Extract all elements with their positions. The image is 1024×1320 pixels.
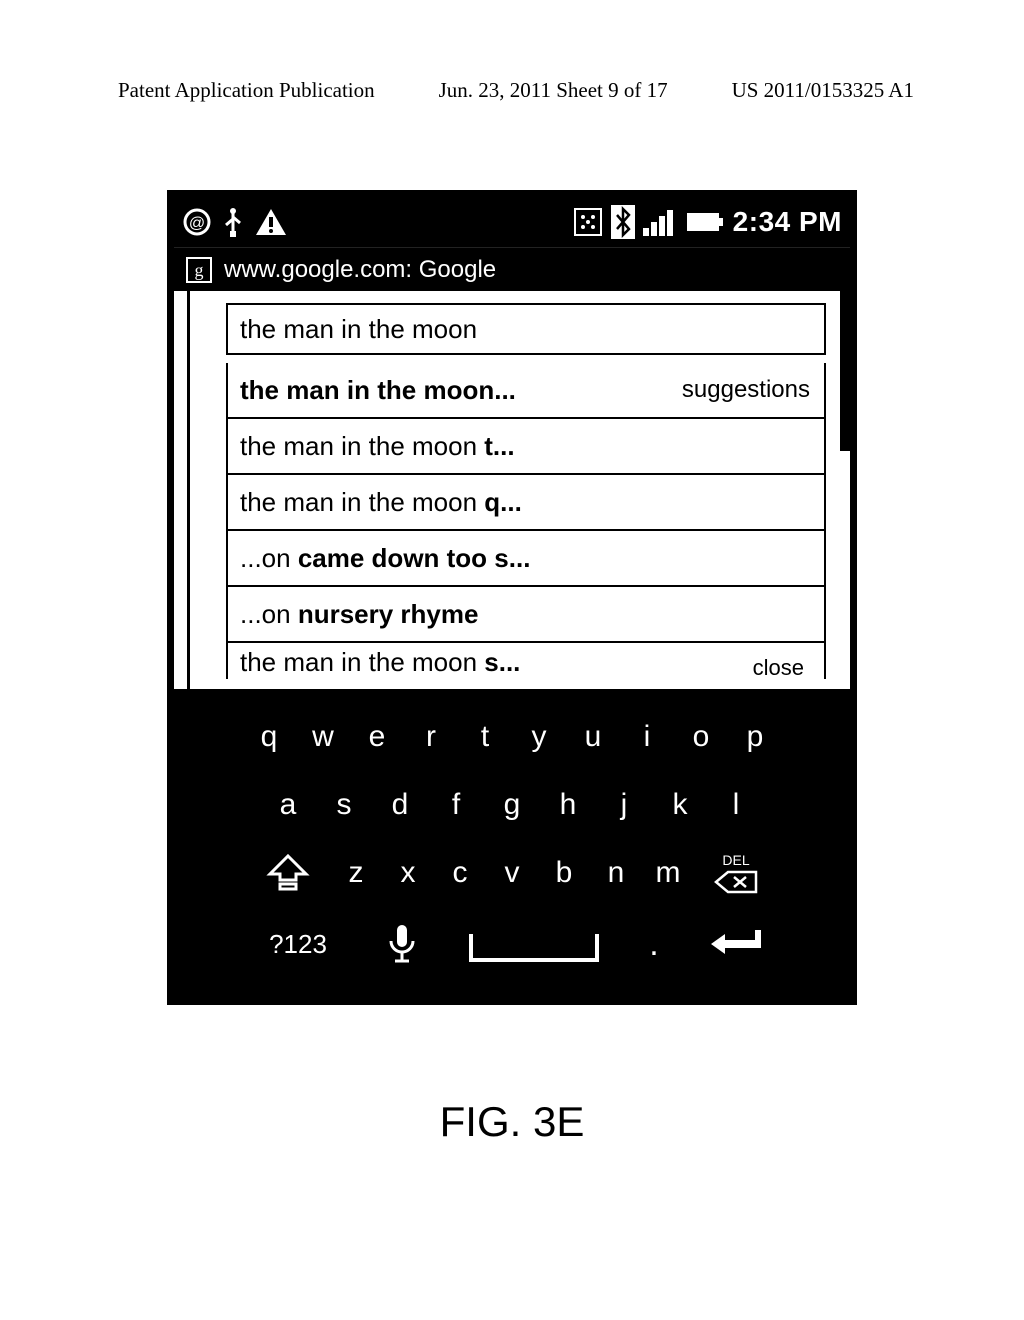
suggestions-label: suggestions <box>682 376 810 404</box>
suggestion-text: the man in the moon... <box>240 375 516 406</box>
at-icon: @ <box>182 207 212 237</box>
keyboard-row-1: q w e r t y u i o p <box>174 703 850 771</box>
header-left: Patent Application Publication <box>118 78 375 103</box>
suggestion-row[interactable]: the man in the moon t... <box>226 419 826 475</box>
usb-icon <box>222 205 244 239</box>
suggestion-text: the man in the moon t... <box>240 431 515 462</box>
delete-label: DEL <box>722 852 749 868</box>
soft-keyboard: q w e r t y u i o p a s d f g h j k l z <box>174 689 850 1005</box>
key-d[interactable]: d <box>387 788 413 822</box>
figure-label: FIG. 3E <box>0 1098 1024 1146</box>
key-z[interactable]: z <box>343 856 369 890</box>
scrollbar-thumb[interactable] <box>840 291 850 451</box>
suggestion-text: the man in the moon s... <box>240 647 520 678</box>
enter-key[interactable] <box>709 928 763 960</box>
battery-icon <box>685 211 725 233</box>
suggestion-row[interactable]: ...on came down too s... <box>226 531 826 587</box>
key-i[interactable]: i <box>634 720 660 754</box>
key-w[interactable]: w <box>310 720 336 754</box>
suggestion-row[interactable]: ...on nursery rhyme <box>226 587 826 643</box>
search-query-text: the man in the moon <box>240 314 477 345</box>
app-icon <box>573 207 603 237</box>
suggestion-text: ...on nursery rhyme <box>240 599 478 630</box>
period-key[interactable]: . <box>639 925 669 964</box>
key-s[interactable]: s <box>331 788 357 822</box>
suggestion-text: ...on came down too s... <box>240 543 530 574</box>
status-bar: @ 2:34 PM <box>174 197 850 247</box>
key-u[interactable]: u <box>580 720 606 754</box>
space-key[interactable] <box>469 934 599 962</box>
enter-icon <box>709 928 763 960</box>
suggestions-panel: the man in the moon the man in the moon.… <box>226 303 826 679</box>
key-k[interactable]: k <box>667 788 693 822</box>
key-b[interactable]: b <box>551 856 577 890</box>
key-x[interactable]: x <box>395 856 421 890</box>
key-l[interactable]: l <box>723 788 749 822</box>
keyboard-row-2: a s d f g h j k l <box>174 771 850 839</box>
favicon: g <box>186 257 212 283</box>
shift-key[interactable] <box>259 854 317 892</box>
suggestion-row[interactable]: the man in the moon... suggestions <box>226 363 826 419</box>
key-j[interactable]: j <box>611 788 637 822</box>
close-label[interactable]: close <box>753 655 804 679</box>
key-r[interactable]: r <box>418 720 444 754</box>
suggestion-text: the man in the moon q... <box>240 487 522 518</box>
key-y[interactable]: y <box>526 720 552 754</box>
key-p[interactable]: p <box>742 720 768 754</box>
browser-content: the man in the moon the man in the moon.… <box>174 291 850 689</box>
key-v[interactable]: v <box>499 856 525 890</box>
key-q[interactable]: q <box>256 720 282 754</box>
key-e[interactable]: e <box>364 720 390 754</box>
signal-icon <box>643 208 677 236</box>
left-gutter <box>174 291 190 689</box>
header-right: US 2011/0153325 A1 <box>732 78 914 103</box>
numbers-key[interactable]: ?123 <box>261 929 335 960</box>
suggestion-row[interactable]: the man in the moon q... <box>226 475 826 531</box>
keyboard-row-3: z x c v b n m DEL <box>174 839 850 907</box>
key-n[interactable]: n <box>603 856 629 890</box>
bluetooth-icon <box>611 205 635 239</box>
key-o[interactable]: o <box>688 720 714 754</box>
key-t[interactable]: t <box>472 720 498 754</box>
shift-icon <box>266 854 310 892</box>
svg-text:@: @ <box>189 215 205 232</box>
header-mid: Jun. 23, 2011 Sheet 9 of 17 <box>439 78 668 103</box>
key-f[interactable]: f <box>443 788 469 822</box>
suggestion-row[interactable]: the man in the moon s... close <box>226 643 826 679</box>
warning-icon <box>254 207 288 237</box>
key-m[interactable]: m <box>655 856 681 890</box>
keyboard-row-4: ?123 . <box>174 907 850 981</box>
key-g[interactable]: g <box>499 788 525 822</box>
phone-frame: @ 2:34 PM g www. <box>167 190 857 1005</box>
clock-text: 2:34 PM <box>733 206 842 238</box>
delete-key[interactable]: DEL <box>707 852 765 894</box>
microphone-icon <box>385 923 419 965</box>
url-bar[interactable]: g www.google.com: Google <box>174 247 850 291</box>
url-text: www.google.com: Google <box>224 256 496 284</box>
key-c[interactable]: c <box>447 856 473 890</box>
key-h[interactable]: h <box>555 788 581 822</box>
status-icons-right: 2:34 PM <box>573 205 842 239</box>
status-icons-left: @ <box>182 205 288 239</box>
key-a[interactable]: a <box>275 788 301 822</box>
backspace-icon <box>714 870 758 894</box>
mic-key[interactable] <box>375 923 429 965</box>
patent-header: Patent Application Publication Jun. 23, … <box>0 78 1024 103</box>
search-input[interactable]: the man in the moon <box>226 303 826 355</box>
